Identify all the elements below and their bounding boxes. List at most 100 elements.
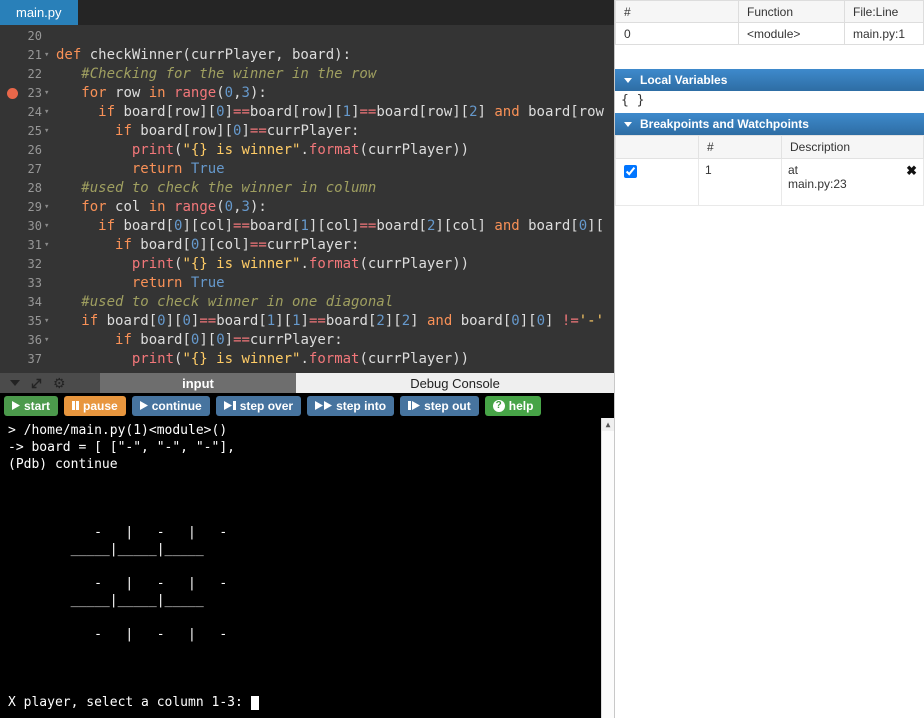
gutter-line-25[interactable]: 25▾ — [0, 122, 56, 141]
breakpoint-num: 1 — [699, 159, 782, 206]
col-header-num: # — [616, 1, 739, 23]
debug-console-output[interactable]: > /home/main.py(1)<module>()-> board = [… — [0, 418, 614, 718]
console-prompt-text: X player, select a column 1-3: — [8, 695, 251, 710]
call-stack-row[interactable]: 0 <module> main.py:1 — [616, 23, 924, 45]
breakpoint-desc-cell: at main.py:23 ✖ — [782, 159, 924, 206]
step-over-label: step over — [240, 399, 293, 413]
gutter-line-36[interactable]: 36▾ — [0, 331, 56, 350]
bottom-bar-icons: ⚙ — [0, 373, 100, 393]
code-line-32: 32 print("{} is winner".format(currPlaye… — [0, 255, 614, 274]
gutter-line-23[interactable]: 23▾ — [0, 84, 56, 103]
fold-arrow-icon[interactable]: ▾ — [43, 122, 56, 141]
gutter-line-35[interactable]: 35▾ — [0, 312, 56, 331]
expand-icon[interactable] — [31, 378, 42, 389]
local-variables-title: Local Variables — [640, 73, 727, 87]
code-line-24: 24▾ if board[row][0]==board[row][1]==boa… — [0, 103, 614, 122]
console-scrollbar[interactable]: ▲ — [601, 418, 614, 718]
gutter-line-29[interactable]: 29▾ — [0, 198, 56, 217]
start-label: start — [24, 399, 50, 413]
code-line-33: 33 return True — [0, 274, 614, 293]
col-header-bp-num: # — [699, 136, 782, 159]
col-header-function: Function — [739, 1, 845, 23]
breakpoints-header[interactable]: Breakpoints and Watchpoints — [615, 113, 924, 135]
delete-breakpoint-button[interactable]: ✖ — [906, 163, 917, 179]
fold-arrow-icon[interactable]: ▾ — [43, 236, 56, 255]
tab-main-py-label: main.py — [16, 5, 62, 20]
continue-button[interactable]: continue — [132, 396, 210, 416]
step-over-icon — [224, 401, 236, 410]
tab-debug-console[interactable]: Debug Console — [296, 373, 614, 393]
help-button[interactable]: ?help — [485, 396, 542, 416]
chevron-down-icon[interactable] — [10, 380, 20, 386]
code-line-37: 37 print("{} is winner".format(currPlaye… — [0, 350, 614, 369]
breakpoints-table: # Description 1 at main.py:23 ✖ — [615, 135, 924, 206]
fold-arrow-icon[interactable]: ▾ — [43, 46, 56, 65]
fold-arrow-icon[interactable]: ▾ — [43, 217, 56, 236]
call-stack-table: # Function File:Line 0 <module> main.py:… — [615, 0, 924, 45]
tab-main-py[interactable]: main.py — [0, 0, 78, 25]
gutter-line-30[interactable]: 30▾ — [0, 217, 56, 236]
gutter-line-37[interactable]: 37 — [0, 350, 56, 369]
scroll-up-arrow-icon[interactable]: ▲ — [602, 418, 614, 431]
tab-input[interactable]: input — [100, 373, 296, 393]
breakpoint-enabled-checkbox[interactable] — [624, 165, 637, 178]
code-lines: 2021▾def checkWinner(currPlayer, board):… — [0, 27, 614, 369]
gutter-line-20[interactable]: 20 — [0, 27, 56, 46]
code-editor[interactable]: 2021▾def checkWinner(currPlayer, board):… — [0, 25, 614, 375]
console-line: - | - | - — [8, 524, 614, 541]
gutter-line-21[interactable]: 21▾ — [0, 46, 56, 65]
debug-panels: # Function File:Line 0 <module> main.py:… — [614, 0, 924, 718]
fold-arrow-icon[interactable]: ▾ — [43, 103, 56, 122]
gutter-line-26[interactable]: 26 — [0, 141, 56, 160]
frame-num: 0 — [616, 23, 739, 45]
local-variables-header[interactable]: Local Variables — [615, 69, 924, 91]
pause-button[interactable]: pause — [64, 396, 126, 416]
code-line-34: 34 #used to check winner in one diagonal — [0, 293, 614, 312]
step-into-button[interactable]: step into — [307, 396, 394, 416]
fold-arrow-icon[interactable]: ▾ — [43, 84, 56, 103]
console-line: - | - | - — [8, 626, 614, 643]
console-line — [8, 660, 614, 677]
code-line-25: 25▾ if board[row][0]==currPlayer: — [0, 122, 614, 141]
start-button[interactable]: start — [4, 396, 58, 416]
call-stack-header-row: # Function File:Line — [616, 1, 924, 23]
editor-tab-bar: main.py — [0, 0, 614, 25]
breakpoint-dot[interactable] — [7, 88, 18, 99]
code-line-28: 28 #used to check the winner in column — [0, 179, 614, 198]
frame-function: <module> — [739, 23, 845, 45]
gutter-line-33[interactable]: 33 — [0, 274, 56, 293]
fold-arrow-icon[interactable]: ▾ — [43, 331, 56, 350]
tab-debug-console-label: Debug Console — [410, 376, 500, 391]
gutter-line-34[interactable]: 34 — [0, 293, 56, 312]
text-cursor — [251, 696, 259, 710]
bottom-tab-bar: ⚙ input Debug Console — [0, 373, 614, 393]
gutter-line-28[interactable]: 28 — [0, 179, 56, 198]
gear-icon[interactable]: ⚙ — [53, 376, 66, 390]
step-into-icon — [315, 401, 332, 410]
gutter-line-31[interactable]: 31▾ — [0, 236, 56, 255]
fold-arrow-icon[interactable]: ▾ — [43, 198, 56, 217]
step-out-button[interactable]: step out — [400, 396, 479, 416]
fold-arrow-icon[interactable]: ▾ — [43, 312, 56, 331]
console-line: _____|_____|_____ — [8, 541, 614, 558]
breakpoint-desc: at main.py:23 — [788, 163, 858, 191]
code-line-21: 21▾def checkWinner(currPlayer, board): — [0, 46, 614, 65]
console-line: -> board = [ ["-", "-", "-"], — [8, 439, 614, 456]
console-line: > /home/main.py(1)<module>() — [8, 422, 614, 439]
panel-spacer — [615, 45, 924, 69]
step-over-button[interactable]: step over — [216, 396, 301, 416]
console-line — [8, 558, 614, 575]
help-label: help — [509, 399, 534, 413]
console-line — [8, 490, 614, 507]
gutter-line-24[interactable]: 24▾ — [0, 103, 56, 122]
tab-input-label: input — [182, 376, 214, 391]
code-line-31: 31▾ if board[0][col]==currPlayer: — [0, 236, 614, 255]
breakpoint-row[interactable]: 1 at main.py:23 ✖ — [616, 159, 924, 206]
gutter-line-22[interactable]: 22 — [0, 65, 56, 84]
code-line-36: 36▾ if board[0][0]==currPlayer: — [0, 331, 614, 350]
breakpoints-header-row: # Description — [616, 136, 924, 159]
console-prompt-line: X player, select a column 1-3: — [8, 694, 614, 711]
gutter-line-27[interactable]: 27 — [0, 160, 56, 179]
gutter-line-32[interactable]: 32 — [0, 255, 56, 274]
breakpoints-title: Breakpoints and Watchpoints — [640, 117, 809, 131]
